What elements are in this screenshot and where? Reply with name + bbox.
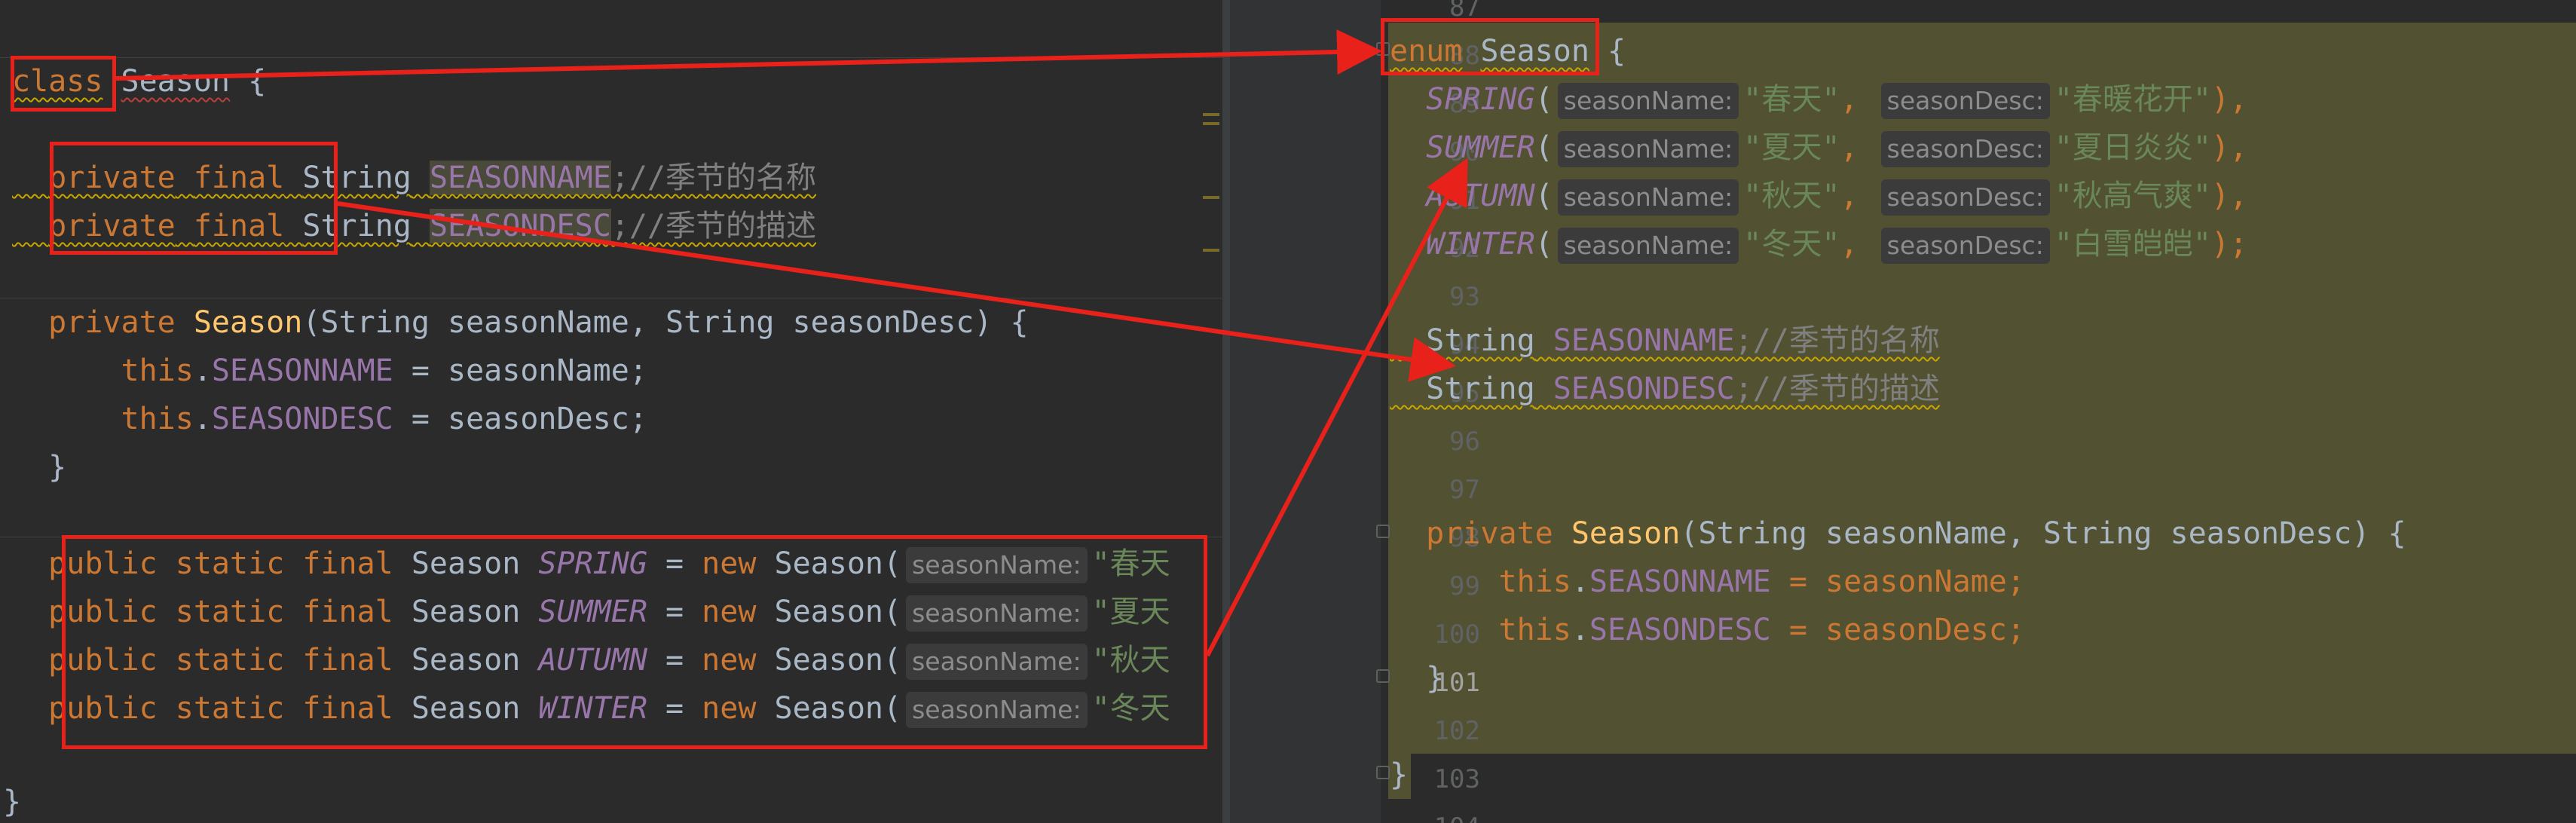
- string-type: String: [1426, 372, 1535, 406]
- string-literal: "秋高气爽": [2054, 179, 2211, 213]
- line-number: 97: [1449, 475, 1480, 505]
- code-line-ctor[interactable]: private Season(String seasonName, String…: [1390, 509, 2406, 558]
- field-comment: ;//季节的名称: [1734, 323, 1940, 358]
- string-literal: "白雪皑皑": [2054, 227, 2211, 262]
- assign-rest: = seasonDesc;: [1770, 613, 2025, 647]
- annotation-box-constants: [62, 535, 1207, 749]
- string-type: String: [1426, 323, 1535, 358]
- code-line-class-close[interactable]: }: [3, 778, 21, 823]
- code-line-ctor[interactable]: private Season(String seasonName, String…: [12, 298, 1029, 347]
- this-keyword: this: [121, 353, 194, 388]
- code-line-assign-desc[interactable]: this.SEASONDESC = seasonDesc;: [12, 395, 647, 443]
- this-keyword: this: [121, 402, 194, 436]
- field-seasonname: SEASONNAME: [429, 161, 611, 195]
- param-hint: seasonName:: [1557, 83, 1739, 119]
- string-literal: "秋天": [1743, 179, 1840, 213]
- split-divider[interactable]: [1222, 0, 1230, 823]
- fold-icon[interactable]: [1376, 766, 1390, 779]
- constant-name: SPRING: [1426, 82, 1535, 117]
- constant-end: ),: [2210, 82, 2248, 117]
- ctor-name: Season: [1571, 516, 1681, 551]
- brace-open: {: [1608, 34, 1626, 69]
- line-number: 96: [1449, 427, 1480, 457]
- field-seasondesc: SEASONDESC: [1553, 372, 1735, 406]
- warning-mark: [1203, 249, 1219, 252]
- code-line-enum-constant[interactable]: AUTUMN(seasonName: "秋天", seasonDesc: "秋高气爽…: [1390, 172, 2247, 220]
- line-number: 104: [1352, 803, 1480, 823]
- param-hint: seasonDesc:: [1880, 179, 2050, 216]
- right-editor-pane[interactable]: 87 88 89 90 91 92 93 94 95 96 97 98 99 1…: [1230, 0, 2576, 823]
- code-line-enum-close[interactable]: }: [1390, 751, 1408, 799]
- string-literal: "春天": [1743, 82, 1840, 117]
- left-editor-pane[interactable]: class Season { private final String SEAS…: [0, 0, 1222, 823]
- brace-close: }: [1390, 757, 1409, 792]
- constant-name: WINTER: [1426, 227, 1535, 262]
- constant-end: );: [2210, 227, 2248, 262]
- code-line-field-name[interactable]: String SEASONNAME;//季节的名称: [1390, 317, 1940, 365]
- fold-icon[interactable]: [1376, 525, 1390, 538]
- field-comment: ;//季节的描述: [1734, 372, 1940, 406]
- assign-rest: = seasonDesc;: [393, 402, 647, 436]
- field-seasondesc: SEASONDESC: [429, 209, 611, 243]
- line-number: 102: [1433, 716, 1480, 746]
- code-line-ctor-close[interactable]: }: [12, 443, 66, 491]
- string-literal: "夏天": [1743, 130, 1840, 165]
- constant-name: AUTUMN: [1426, 179, 1535, 213]
- constant-end: ),: [2210, 179, 2248, 213]
- brace-open: {: [248, 64, 267, 99]
- ctor-params: (String seasonName, String seasonDesc) {: [1680, 516, 2406, 551]
- class-name: Season: [121, 64, 231, 99]
- param-hint: seasonName:: [1557, 179, 1739, 216]
- field-comment: ;//季节的名称: [610, 161, 817, 195]
- field-ref: SEASONDESC: [211, 402, 393, 436]
- code-line-enum-constant[interactable]: SPRING(seasonName: "春天", seasonDesc: "春暖花开…: [1390, 75, 2247, 124]
- line-number: 93: [1449, 282, 1480, 312]
- code-line-field-desc[interactable]: String SEASONDESC;//季节的描述: [1390, 365, 1940, 413]
- private-keyword: private: [1426, 516, 1553, 551]
- code-line-assign-name[interactable]: this.SEASONNAME = seasonName;: [12, 347, 647, 395]
- param-hint: seasonDesc:: [1880, 131, 2050, 167]
- warning-mark: [1203, 122, 1219, 125]
- ctor-name: Season: [193, 305, 303, 340]
- fold-icon[interactable]: [1376, 669, 1390, 683]
- line-number: 103: [1433, 764, 1480, 794]
- param-hint: seasonDesc:: [1880, 83, 2050, 119]
- annotation-box-enum: [1381, 18, 1599, 75]
- code-line-ctor-close[interactable]: }: [1390, 654, 1444, 702]
- constant-name: SUMMER: [1426, 130, 1535, 165]
- field-ref: SEASONNAME: [211, 353, 393, 388]
- warning-mark: [1203, 196, 1219, 199]
- annotation-box-private-final: [50, 142, 338, 255]
- assign-rest: = seasonName;: [1770, 564, 2025, 599]
- code-line-assign-name[interactable]: this.SEASONNAME = seasonName;: [1390, 558, 2025, 606]
- field-ref: SEASONDESC: [1589, 613, 1771, 647]
- constant-end: ),: [2210, 130, 2248, 165]
- this-keyword: this: [1498, 613, 1571, 647]
- brace-close: }: [48, 450, 67, 485]
- this-keyword: this: [1498, 564, 1571, 599]
- private-keyword: private: [48, 305, 176, 340]
- string-literal: "夏日炎炎": [2054, 130, 2211, 165]
- annotation-box-class: [11, 56, 116, 112]
- param-hint: seasonName:: [1557, 228, 1739, 264]
- string-literal: "春暖花开": [2054, 82, 2211, 117]
- param-hint: seasonName:: [1557, 131, 1739, 167]
- brace-close: }: [1426, 661, 1445, 696]
- param-hint: seasonDesc:: [1880, 228, 2050, 264]
- warning-mark: [1203, 113, 1219, 116]
- ctor-params: (String seasonName, String seasonDesc) {: [302, 305, 1029, 340]
- code-line-enum-constant[interactable]: WINTER(seasonName: "冬天", seasonDesc: "白雪皑皑…: [1390, 220, 2247, 268]
- field-ref: SEASONNAME: [1589, 564, 1771, 599]
- field-comment: ;//季节的描述: [610, 209, 817, 243]
- assign-rest: = seasonName;: [393, 353, 647, 388]
- code-line-assign-desc[interactable]: this.SEASONDESC = seasonDesc;: [1390, 606, 2025, 654]
- string-literal: "冬天": [1743, 227, 1840, 262]
- code-line-enum-constant[interactable]: SUMMER(seasonName: "夏天", seasonDesc: "夏日炎炎…: [1390, 124, 2247, 172]
- field-seasonname: SEASONNAME: [1553, 323, 1735, 358]
- brace-close: }: [3, 785, 22, 819]
